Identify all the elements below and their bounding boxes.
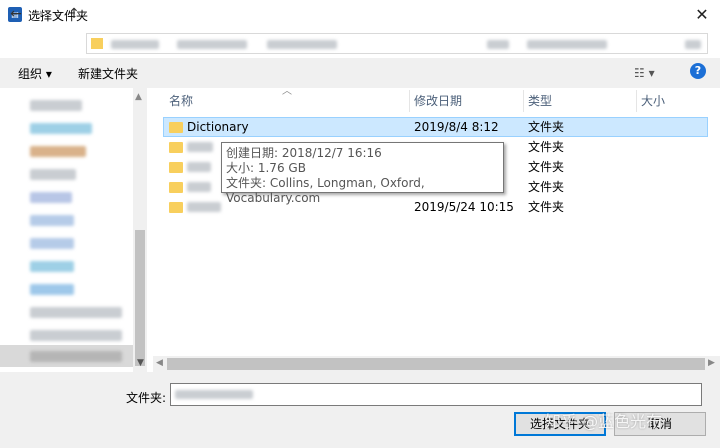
nav-item[interactable]	[30, 123, 92, 134]
organize-menu[interactable]: 组织 ▾	[18, 65, 52, 82]
folder-info-tooltip: 创建日期: 2018/12/7 16:16 大小: 1.76 GB 文件夹: C…	[221, 142, 504, 205]
breadcrumb-segment[interactable]	[111, 40, 159, 49]
row-type: 文件夹	[528, 140, 565, 154]
view-options-icon[interactable]: ☷ ▾	[634, 66, 655, 80]
nav-item[interactable]	[30, 351, 122, 362]
folder-name-value	[175, 390, 253, 399]
recent-locations-chevron-icon[interactable]: ⌄	[50, 5, 66, 23]
folder-icon	[169, 142, 183, 153]
title-bar	[0, 0, 720, 30]
nav-item[interactable]	[30, 100, 82, 111]
nav-item[interactable]	[30, 261, 74, 272]
column-header-name[interactable]: 名称	[169, 90, 193, 112]
nav-item[interactable]	[30, 284, 74, 295]
close-icon[interactable]: ✕	[690, 4, 714, 26]
sort-caret-icon: ︿	[282, 86, 292, 97]
row-name[interactable]	[187, 182, 211, 192]
nav-item[interactable]	[30, 146, 86, 157]
folder-icon	[169, 122, 183, 133]
column-header-type[interactable]: 类型	[528, 90, 552, 112]
column-header-modified[interactable]: 修改日期	[414, 90, 462, 112]
scroll-up-icon[interactable]: ▲	[135, 92, 142, 102]
nav-item[interactable]	[30, 169, 76, 180]
folder-field-label: 文件夹:	[126, 391, 167, 405]
row-type: 文件夹	[528, 180, 565, 194]
column-header-size[interactable]: 大小	[641, 90, 665, 112]
nav-item[interactable]	[30, 330, 122, 341]
row-name[interactable]	[187, 162, 211, 172]
scroll-left-icon[interactable]: ◀	[156, 358, 163, 368]
folder-icon	[91, 38, 103, 49]
horizontal-scroll-thumb[interactable]	[167, 358, 705, 370]
row-type: 文件夹	[528, 200, 565, 214]
row-type: 文件夹	[528, 160, 565, 174]
breadcrumb-segment[interactable]	[267, 40, 337, 49]
row-name[interactable]: Dictionary	[187, 117, 249, 137]
row-name[interactable]	[187, 202, 221, 212]
tooltip-size: 大小: 1.76 GB	[226, 161, 306, 175]
folder-icon	[169, 182, 183, 193]
tooltip-created: 创建日期: 2018/12/7 16:16	[226, 146, 382, 160]
search-icon[interactable]	[685, 40, 701, 49]
breadcrumb-segment[interactable]	[177, 40, 247, 49]
nav-item[interactable]	[30, 192, 72, 203]
column-divider[interactable]	[636, 90, 637, 112]
tooltip-contents: 文件夹: Collins, Longman, Oxford, Vocabular…	[226, 176, 425, 205]
folder-icon	[169, 162, 183, 173]
nav-item[interactable]	[30, 215, 74, 226]
search-box[interactable]	[527, 40, 607, 49]
breadcrumb-segment[interactable]	[487, 40, 509, 49]
scroll-down-icon[interactable]: ▼	[137, 358, 144, 368]
address-bar[interactable]	[86, 33, 708, 54]
column-divider[interactable]	[409, 90, 410, 112]
row-modified: 2019/8/4 8:12	[414, 120, 499, 134]
help-icon[interactable]: ?	[690, 63, 706, 79]
forward-arrow-icon[interactable]: →	[30, 5, 46, 23]
column-divider[interactable]	[523, 90, 524, 112]
scroll-right-icon[interactable]: ▶	[708, 358, 715, 368]
row-name[interactable]	[187, 142, 213, 152]
nav-item[interactable]	[30, 238, 74, 249]
back-arrow-icon[interactable]: ←	[8, 5, 24, 23]
folder-name-input[interactable]	[170, 383, 702, 406]
nav-scroll-thumb[interactable]	[135, 230, 145, 366]
watermark: 知乎 @蓝色光布	[545, 412, 663, 431]
up-arrow-icon[interactable]: ↑	[66, 5, 82, 23]
folder-icon	[169, 202, 183, 213]
row-type: 文件夹	[528, 120, 565, 134]
nav-item[interactable]	[30, 307, 122, 318]
new-folder-button[interactable]: 新建文件夹	[78, 65, 138, 82]
